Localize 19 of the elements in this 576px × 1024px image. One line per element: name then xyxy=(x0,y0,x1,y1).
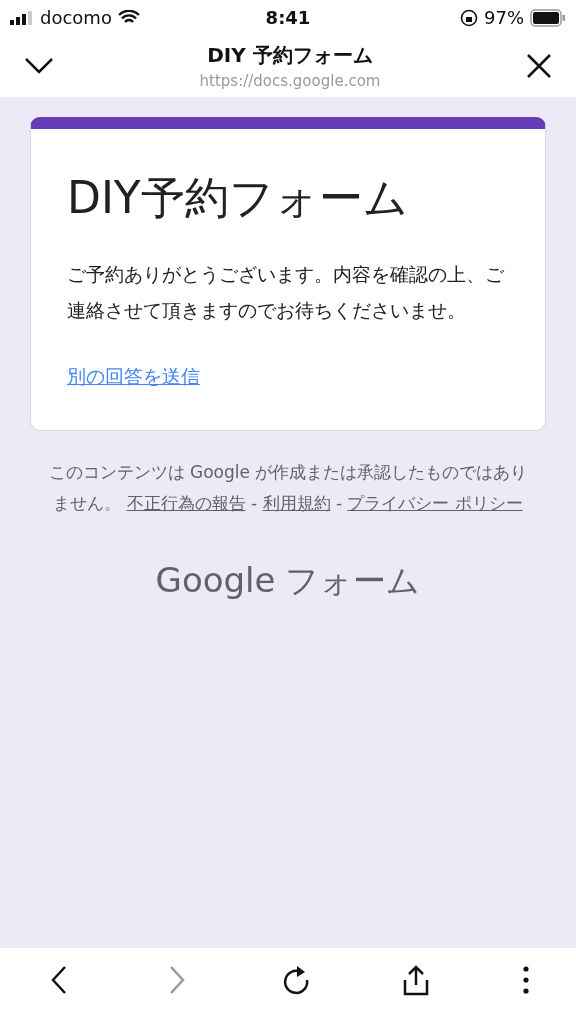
another-response-link[interactable]: 別の回答を送信 xyxy=(67,364,200,390)
page-title: DIY 予約フォーム xyxy=(207,42,373,69)
carrier-name: docomo xyxy=(40,7,112,28)
clock: 8:41 xyxy=(265,7,311,28)
rotation-lock-icon xyxy=(460,8,478,27)
page-url: https://docs.google.com xyxy=(199,72,381,90)
share-icon xyxy=(401,964,431,996)
footer-link[interactable]: プライバシー ポリシー xyxy=(347,493,523,513)
disclaimer-text: このコンテンツは Google が作成または承認したものではありません。 不正行為の報告 - 利用規約 - プライバシー ポリシー xyxy=(48,461,528,515)
battery-percent: 97% xyxy=(484,7,524,28)
brand-logo: Google フォーム xyxy=(155,559,421,602)
confirmation-message: ご予約ありがとうございます。内容を確認の上、ご連絡させて頂きますのでお待ちくださいませ。 xyxy=(67,262,505,323)
footer-link[interactable]: 利用規約 xyxy=(262,493,331,513)
signal-icon xyxy=(10,10,34,25)
reload-icon xyxy=(281,964,311,996)
form-title: DIY予約フォーム xyxy=(67,171,409,225)
more-icon xyxy=(521,964,531,996)
battery-icon xyxy=(530,8,566,27)
footer-link[interactable]: 不正行為の報告 xyxy=(126,493,246,513)
